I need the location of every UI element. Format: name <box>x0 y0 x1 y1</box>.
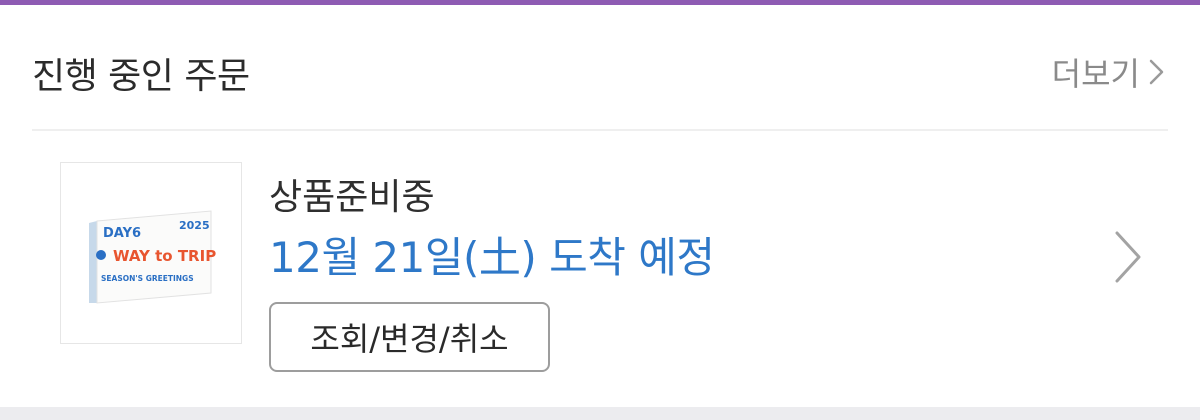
product-thumbnail: DAY6 2025 WAY to TRIP SEASON'S GREETINGS <box>60 162 242 344</box>
section-bottom-spacer <box>0 407 1200 420</box>
section-header: 진행 중인 주문 더보기 <box>32 45 1168 105</box>
thumb-brand: DAY6 <box>103 226 141 241</box>
chevron-right-icon[interactable] <box>1111 228 1145 286</box>
thumb-year: 2025 <box>179 219 210 232</box>
view-change-cancel-button[interactable]: 조회/변경/취소 <box>269 302 550 372</box>
section-title: 진행 중인 주문 <box>32 56 250 97</box>
order-status: 상품준비중 <box>269 177 435 218</box>
more-link[interactable]: 더보기 <box>1052 49 1168 95</box>
chevron-right-icon <box>1149 59 1164 85</box>
order-item[interactable]: DAY6 2025 WAY to TRIP SEASON'S GREETINGS… <box>32 156 1168 376</box>
thumb-title-line2: SEASON'S GREETINGS <box>101 274 194 283</box>
arrival-date: 12월 21일(土) 도착 예정 <box>269 233 715 282</box>
more-link-label: 더보기 <box>1051 55 1140 93</box>
header-divider <box>32 129 1168 131</box>
thumb-title-line1: WAY to TRIP <box>113 247 216 265</box>
product-image: DAY6 2025 WAY to TRIP SEASON'S GREETINGS <box>89 210 216 304</box>
